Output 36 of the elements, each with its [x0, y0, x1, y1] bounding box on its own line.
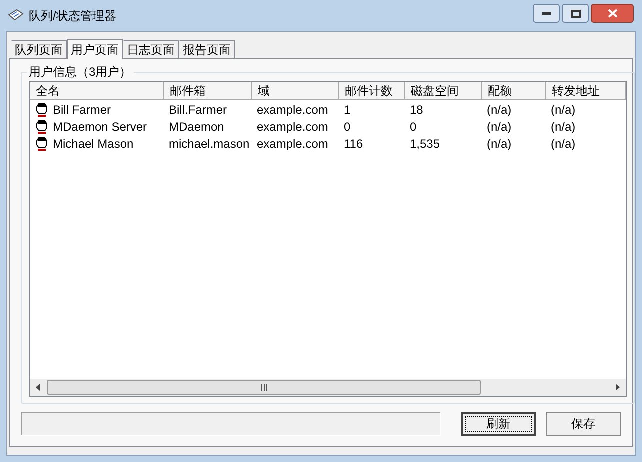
table-cell-text: 0: [410, 118, 417, 136]
tab[interactable]: 队列页面: [11, 40, 67, 58]
table-cell-text: MDaemon: [169, 118, 224, 136]
table-cell-text: michael.mason: [169, 136, 250, 152]
column-header[interactable]: 邮件箱: [164, 82, 252, 100]
action-button[interactable]: 刷新: [461, 412, 536, 436]
group-title: 用户信息（3用户）: [28, 64, 133, 81]
action-button[interactable]: 保存: [546, 412, 621, 436]
table-cell-text: Michael Mason: [53, 136, 134, 152]
column-header[interactable]: 配额: [482, 82, 546, 100]
column-header[interactable]: 磁盘空间: [405, 82, 482, 100]
table-cell-text: 1: [344, 102, 351, 118]
table-cell-text: (n/a): [551, 118, 576, 136]
table-cell-text: (n/a): [487, 118, 512, 136]
table-cell-text: 1,535: [410, 136, 440, 152]
table-cell-text: example.com: [257, 118, 328, 136]
column-header[interactable]: 全名: [30, 82, 164, 100]
table-cell-text: example.com: [257, 136, 328, 152]
tab[interactable]: 报告页面: [179, 40, 235, 58]
table-cell-text: (n/a): [551, 102, 576, 118]
table-cell-text: Bill Farmer: [53, 102, 112, 118]
column-header[interactable]: 域: [252, 82, 339, 100]
table-cell-text: (n/a): [487, 136, 512, 152]
tab[interactable]: 日志页面: [123, 40, 179, 58]
table-cell-text: example.com: [257, 102, 328, 118]
table-cell-text: 18: [410, 102, 424, 118]
window-title: 队列/状态管理器: [29, 8, 116, 24]
table-cell-text: 116: [344, 136, 364, 152]
column-header[interactable]: 邮件计数: [339, 82, 405, 100]
table-cell-text: (n/a): [487, 102, 512, 118]
table-cell-text: Bill.Farmer: [169, 102, 228, 118]
tab[interactable]: 用户页面: [67, 39, 123, 59]
table-cell-text: (n/a): [551, 136, 576, 152]
column-header[interactable]: 转发地址: [546, 82, 626, 100]
table-cell-text: MDaemon Server: [53, 118, 148, 136]
table-cell-text: 0: [344, 118, 351, 136]
